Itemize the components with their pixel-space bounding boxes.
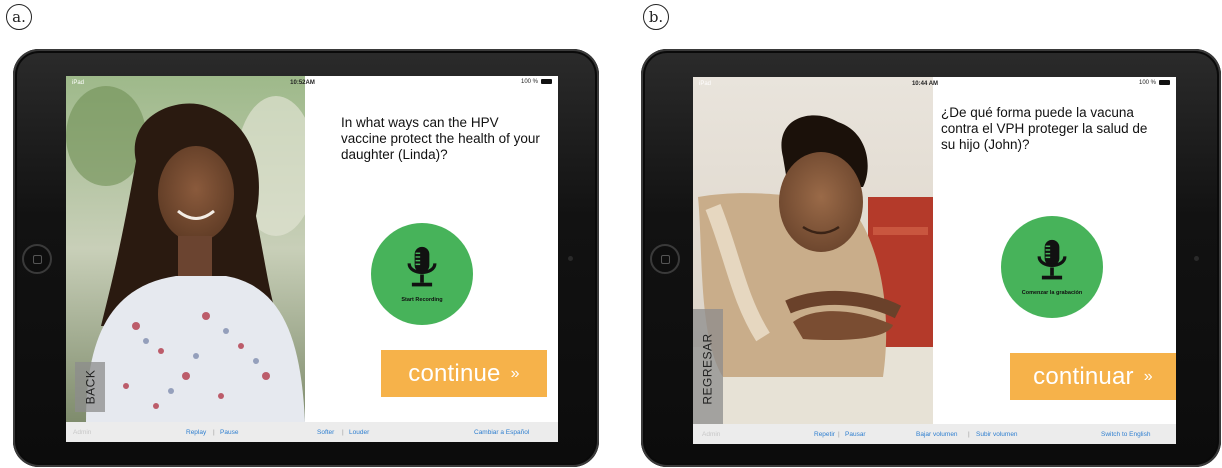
ipad-device-b: iPad 10:44 AM 100 % REGRESAR ¿De qué for… — [641, 49, 1221, 467]
question-text: In what ways can the HPV vaccine protect… — [341, 115, 540, 162]
admin-link[interactable]: Admin — [73, 429, 91, 436]
continue-button[interactable]: continue » — [381, 350, 547, 397]
screen-b: iPad 10:44 AM 100 % REGRESAR ¿De qué for… — [693, 77, 1176, 444]
start-recording-label: Start Recording — [401, 297, 443, 303]
toolbar-separator: | — [342, 429, 344, 436]
home-button-icon[interactable] — [22, 244, 52, 274]
photo-boy-image — [693, 77, 933, 424]
pause-link[interactable]: Pausar — [845, 431, 866, 438]
microphone-icon — [1037, 239, 1067, 280]
toolbar-separator: | — [968, 431, 970, 438]
status-time: 10:44 AM — [911, 80, 939, 87]
camera-icon — [568, 256, 573, 261]
louder-link[interactable]: Subir volumen — [976, 431, 1018, 438]
language-switch-link[interactable]: Cambiar a Español — [474, 429, 529, 436]
status-battery: 100 % — [521, 79, 552, 86]
toolbar-separator: | — [838, 431, 840, 438]
louder-link[interactable]: Louder — [349, 429, 369, 436]
home-button-icon[interactable] — [650, 244, 680, 274]
camera-icon — [1194, 256, 1199, 261]
status-bar: iPad 10:44 AM 100 % — [693, 77, 1176, 90]
bottom-toolbar: Admin Replay | Pause Softer | Louder Cam… — [66, 422, 558, 442]
bottom-toolbar: Admin Repetir | Pausar Bajar volumen | S… — [693, 424, 1176, 444]
battery-icon — [541, 79, 552, 85]
pause-link[interactable]: Pause — [220, 429, 238, 436]
softer-link[interactable]: Bajar volumen — [916, 431, 958, 438]
start-recording-button[interactable]: Comenzar la grabación — [1001, 216, 1103, 318]
status-time: 10:52AM — [290, 79, 315, 86]
chevron-right-icon: » — [510, 364, 520, 382]
screen-a: iPad 10:52AM 100 % BACK In what ways can… — [66, 76, 558, 442]
replay-link[interactable]: Repetir — [814, 431, 835, 438]
microphone-icon — [407, 246, 437, 287]
battery-icon — [1159, 80, 1170, 86]
panel-label-b: b. — [643, 4, 669, 30]
language-switch-link[interactable]: Switch to English — [1101, 431, 1151, 438]
admin-link[interactable]: Admin — [702, 431, 720, 438]
ipad-device-a: iPad 10:52AM 100 % BACK In what ways can… — [13, 49, 599, 467]
continue-button[interactable]: continuar » — [1010, 353, 1176, 400]
status-bar: iPad 10:52AM 100 % — [66, 76, 558, 89]
status-battery: 100 % — [1139, 80, 1170, 87]
start-recording-button[interactable]: Start Recording — [371, 223, 473, 325]
toolbar-separator: | — [213, 429, 215, 436]
status-device-label: iPad — [72, 79, 85, 86]
back-button[interactable]: BACK — [75, 362, 105, 412]
chevron-right-icon: » — [1143, 367, 1153, 385]
photo-son — [693, 77, 933, 424]
back-button[interactable]: REGRESAR — [693, 309, 723, 429]
status-device-label: iPad — [699, 80, 712, 87]
panel-label-a: a. — [6, 4, 32, 30]
start-recording-label: Comenzar la grabación — [1021, 290, 1083, 296]
question-text: ¿De qué forma puede la vacuna contra el … — [941, 105, 1148, 152]
replay-link[interactable]: Replay — [186, 429, 206, 436]
softer-link[interactable]: Softer — [317, 429, 334, 436]
